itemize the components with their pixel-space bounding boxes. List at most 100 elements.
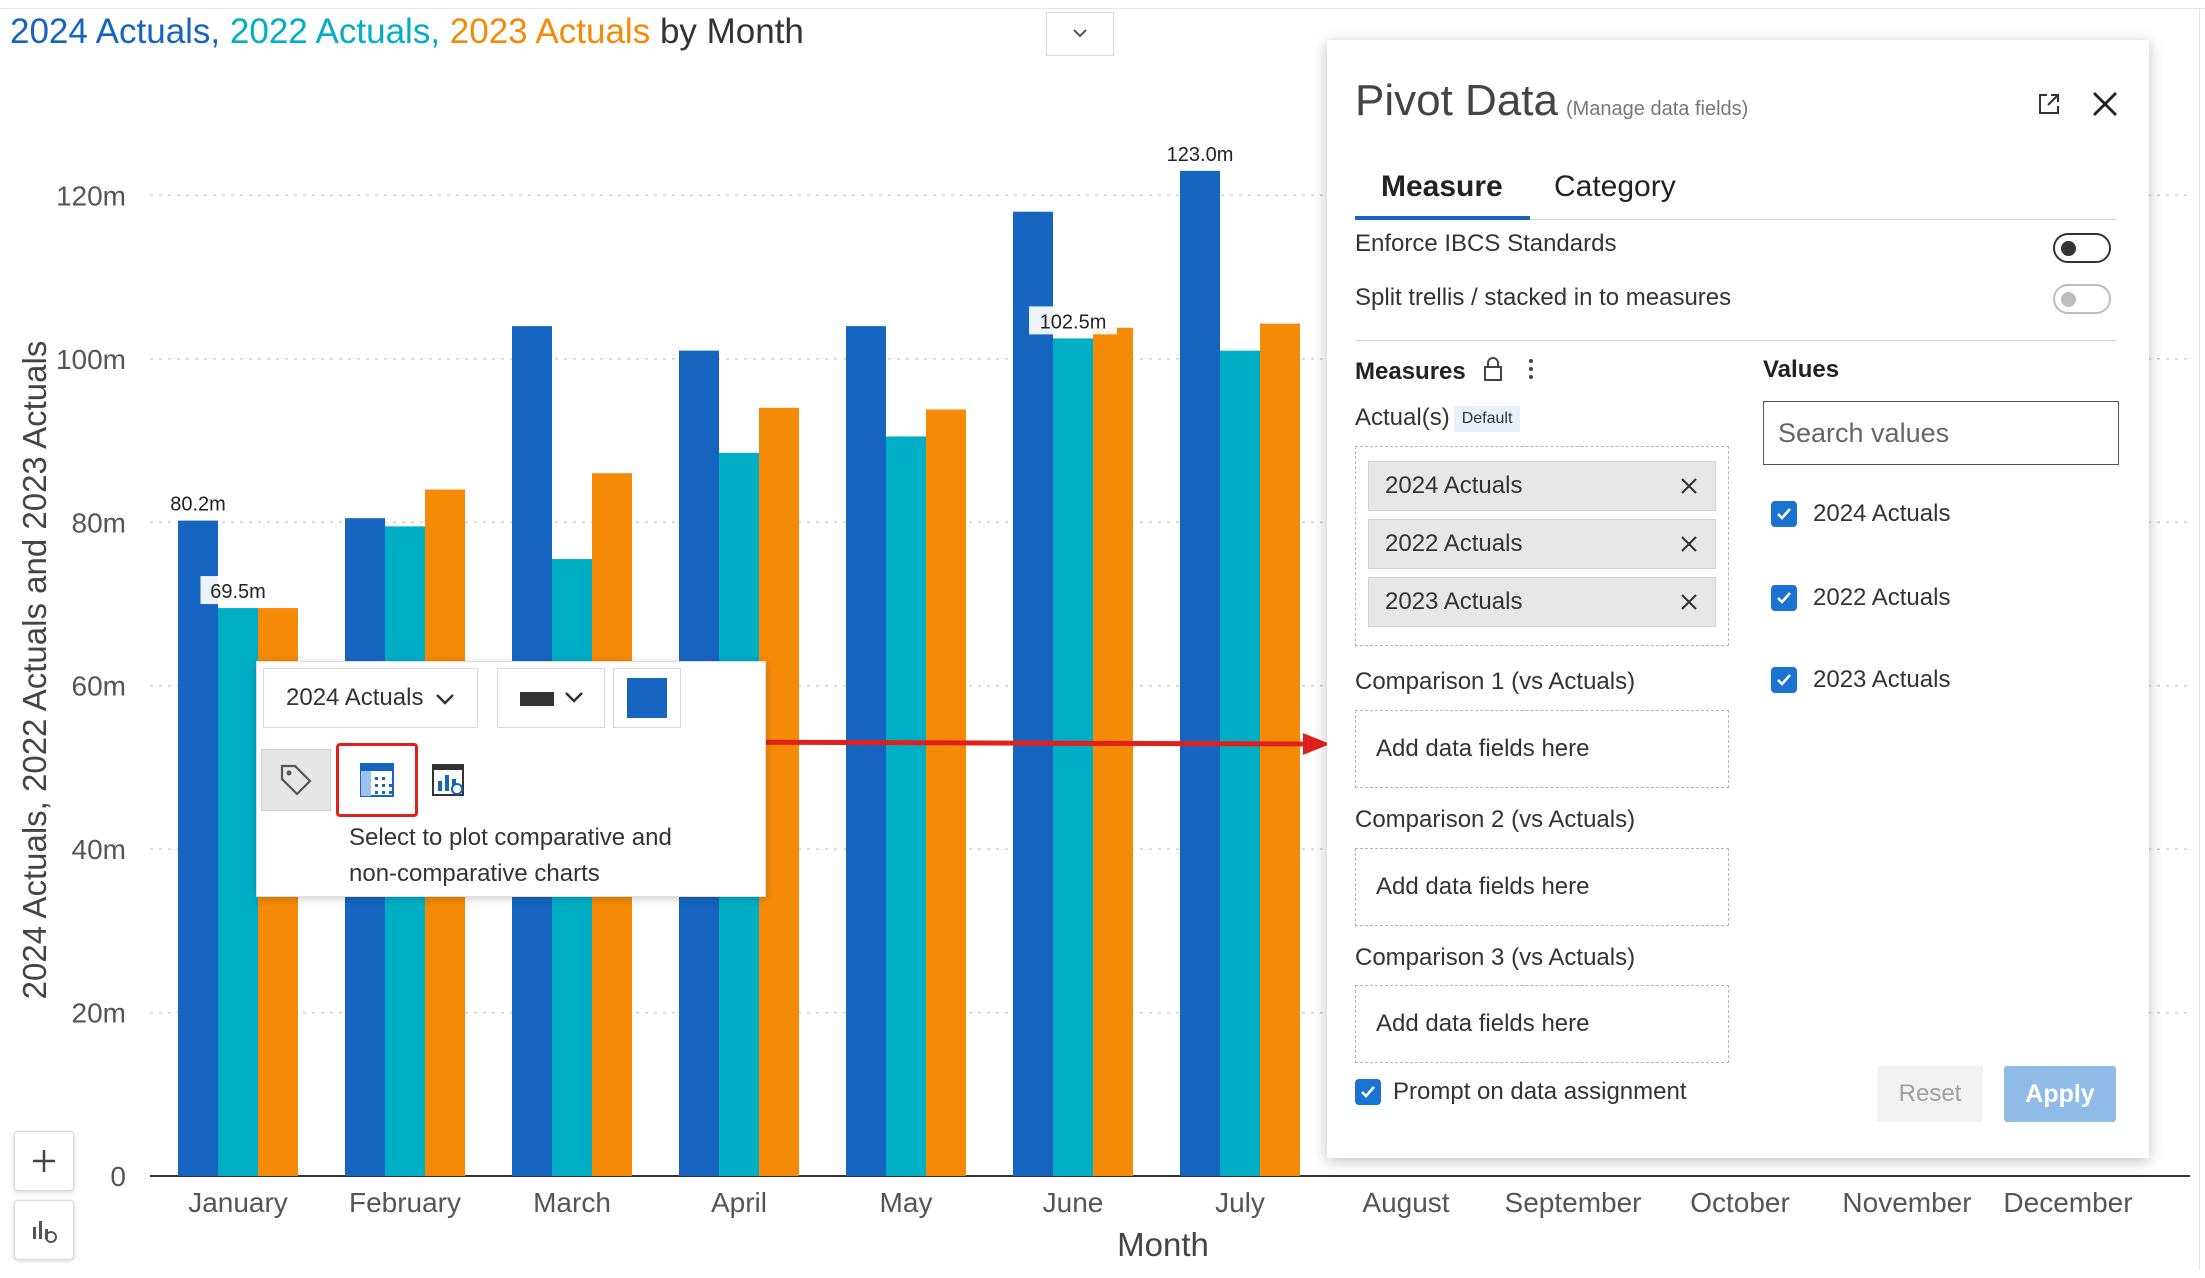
bar[interactable] — [178, 520, 218, 1176]
checkbox-checked-icon[interactable] — [1771, 585, 1797, 611]
x-tick-label: April — [711, 1187, 767, 1218]
bar[interactable] — [1093, 327, 1133, 1176]
close-icon — [2093, 92, 2117, 116]
remove-icon[interactable] — [1677, 590, 1701, 614]
tab-measure[interactable]: Measure — [1381, 170, 1503, 204]
checkbox-checked-icon[interactable] — [1771, 501, 1797, 527]
active-tab-indicator — [1355, 216, 1530, 220]
measures-heading-text: Measures — [1355, 358, 1466, 385]
x-tick-label: May — [880, 1187, 933, 1218]
tooltip-line-2: non-comparative charts — [349, 860, 600, 887]
panel-subtitle: (Manage data fields) — [1565, 98, 1749, 120]
bar[interactable] — [1220, 350, 1260, 1176]
bar[interactable] — [1180, 170, 1220, 1176]
section-divider — [1355, 340, 2117, 341]
tab-category[interactable]: Category — [1554, 170, 1676, 204]
title-expand-button[interactable] — [1046, 12, 1114, 56]
split-trellis-label: Split trellis / stacked in to measures — [1355, 284, 1732, 311]
close-button[interactable] — [2081, 80, 2129, 128]
toggle-knob — [2061, 292, 2076, 307]
x-tick-label: January — [188, 1187, 288, 1218]
actuals-label: Actual(s) Default — [1355, 404, 1521, 432]
x-tick-label: March — [533, 1187, 611, 1218]
value-item-2023[interactable]: 2023 Actuals — [1771, 666, 1950, 694]
actuals-dropzone[interactable]: 2024 Actuals 2022 Actuals 2023 Actuals — [1355, 446, 1729, 646]
value-item-2024[interactable]: 2024 Actuals — [1771, 500, 1950, 528]
toggle-knob — [2061, 241, 2076, 256]
y-tick-label: 20m — [72, 998, 126, 1029]
bar[interactable] — [1013, 211, 1053, 1176]
x-tick-label: December — [2003, 1187, 2132, 1218]
remove-icon[interactable] — [1677, 532, 1701, 556]
data-label: 80.2m — [170, 494, 226, 516]
checkbox-checked-icon[interactable] — [1771, 667, 1797, 693]
remove-icon[interactable] — [1677, 474, 1701, 498]
panel-title-text: Pivot Data — [1355, 76, 1558, 125]
plus-icon — [33, 1150, 55, 1172]
measure-chip-2022[interactable]: 2022 Actuals — [1368, 519, 1716, 569]
enforce-ibcs-label: Enforce IBCS Standards — [1355, 230, 1617, 257]
bar[interactable] — [218, 608, 258, 1176]
comparison-2-dropzone[interactable]: Add data fields here — [1355, 848, 1729, 926]
y-tick-label: 120m — [56, 180, 126, 211]
color-swatch — [627, 678, 667, 718]
chevron-down-icon — [1073, 29, 1087, 41]
apply-button[interactable]: Apply — [2004, 1066, 2116, 1122]
comparative-plot-button[interactable] — [336, 743, 418, 817]
bar[interactable] — [886, 436, 926, 1176]
enforce-ibcs-toggle[interactable] — [2053, 233, 2111, 263]
x-tick-label: June — [1043, 1187, 1104, 1218]
data-label: 69.5m — [210, 581, 266, 603]
checkbox-checked-icon[interactable] — [1355, 1079, 1381, 1105]
bar[interactable] — [1260, 323, 1300, 1176]
series-shape-select[interactable] — [497, 668, 605, 728]
value-label: 2023 Actuals — [1813, 666, 1951, 693]
chart-canvas: 0 20m 40m 60m 80m 100m 120m January February Marc… — [0, 0, 2205, 1278]
series-select[interactable]: 2024 Actuals — [263, 668, 478, 728]
more-options-icon[interactable] — [1525, 356, 1537, 382]
chart-layout-button[interactable] — [413, 749, 483, 811]
y-tick-label: 100m — [56, 344, 126, 375]
title-part-1: 2022 Actuals, — [229, 12, 450, 51]
measure-chip-2023[interactable]: 2023 Actuals — [1368, 577, 1716, 627]
title-part-2: 2023 Actuals — [449, 12, 660, 51]
chip-label: 2024 Actuals — [1385, 472, 1523, 499]
search-values-input[interactable]: Search values — [1763, 401, 2119, 465]
value-label: 2024 Actuals — [1813, 500, 1951, 527]
bar[interactable] — [846, 326, 886, 1176]
x-tick-label: November — [1842, 1187, 1971, 1218]
split-trellis-toggle[interactable] — [2053, 284, 2111, 314]
series-context-toolbar: 2024 Actuals Select to plot comparative … — [256, 661, 766, 897]
title-part-0: 2024 Actuals, — [10, 12, 230, 51]
chart-settings-button[interactable] — [14, 1200, 74, 1260]
comparison-2-label: Comparison 2 (vs Actuals) — [1355, 806, 1636, 833]
x-tick-label: July — [1215, 1187, 1265, 1218]
shape-select-icon — [520, 692, 583, 706]
popout-icon — [2039, 94, 2059, 114]
comparison-3-dropzone[interactable]: Add data fields here — [1355, 985, 1729, 1063]
bar[interactable] — [926, 409, 966, 1176]
prompt-label: Prompt on data assignment — [1393, 1078, 1687, 1105]
actuals-label-text: Actual(s) — [1355, 404, 1450, 431]
value-item-2022[interactable]: 2022 Actuals — [1771, 584, 1950, 612]
zoom-in-button[interactable] — [14, 1131, 74, 1191]
reset-button[interactable]: Reset — [1877, 1066, 1983, 1122]
x-tick-label: October — [1690, 1187, 1790, 1218]
lock-icon[interactable] — [1482, 356, 1504, 382]
y-tick-label: 40m — [72, 834, 126, 865]
data-label: 102.5m — [1040, 311, 1107, 333]
series-color-picker[interactable] — [613, 668, 681, 728]
prompt-checkbox-row[interactable]: Prompt on data assignment — [1355, 1078, 1687, 1106]
x-tick-label: September — [1505, 1187, 1642, 1218]
popout-button[interactable] — [2031, 86, 2067, 122]
data-label-button[interactable] — [261, 749, 331, 811]
comparison-1-dropzone[interactable]: Add data fields here — [1355, 710, 1729, 788]
bar[interactable] — [1053, 338, 1093, 1176]
comparative-chart-icon — [360, 763, 394, 797]
panel-title: Pivot Data (Manage data fields) — [1355, 76, 1748, 126]
measures-heading: Measures — [1355, 356, 1537, 386]
chart-layout-icon — [432, 764, 464, 796]
measure-chip-2024[interactable]: 2024 Actuals — [1368, 461, 1716, 511]
chip-label: 2022 Actuals — [1385, 530, 1523, 557]
comparison-3-label: Comparison 3 (vs Actuals) — [1355, 944, 1636, 971]
